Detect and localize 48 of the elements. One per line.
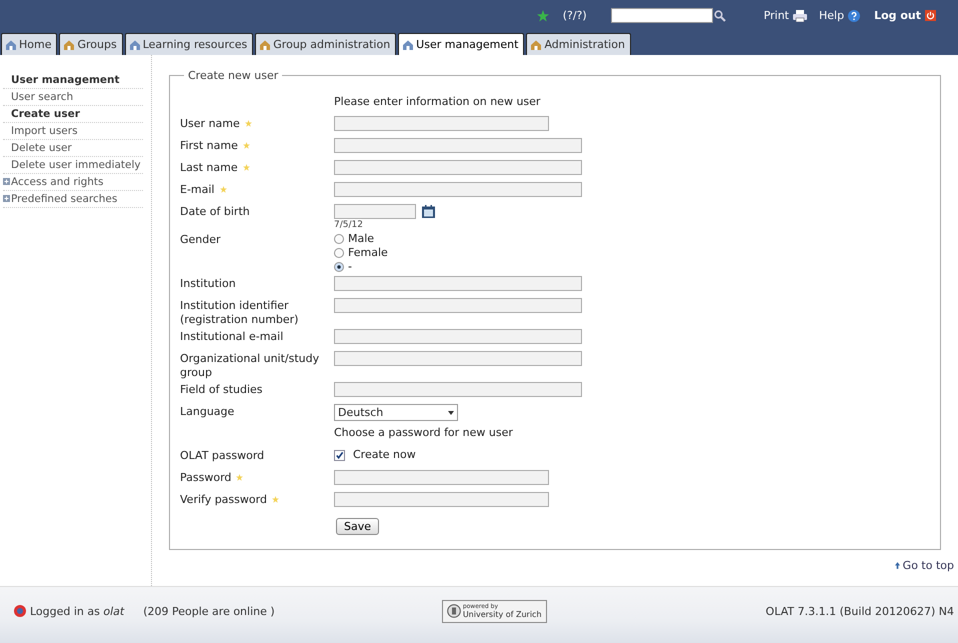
form-intro: Please enter information on new user [334, 94, 540, 108]
language-dropdown[interactable]: Deutsch [334, 404, 458, 421]
sidebar-item[interactable]: User search [3, 89, 143, 106]
badge-title: University of Zurich [462, 611, 542, 619]
go-to-top-link[interactable]: Go to top [894, 559, 954, 572]
header-link[interactable]: Log out [874, 9, 936, 22]
field-label: OLAT password [180, 449, 264, 462]
header-link[interactable]: Print [764, 9, 807, 22]
field-label: Organizational unit/study group [180, 352, 320, 379]
field-label: Language [180, 405, 234, 418]
field-label: User name [180, 117, 240, 130]
radio-option[interactable]: Male [334, 232, 388, 246]
checkbox-option[interactable]: Create now [334, 448, 416, 462]
field-label: Date of birth [180, 205, 250, 218]
sidebar-title: User management [3, 72, 143, 89]
field-label: Field of studies [180, 383, 263, 396]
radio-option[interactable]: - [334, 260, 388, 274]
field-label: Institution identifier (registration number) [180, 299, 298, 326]
field-label: Institution [180, 277, 236, 290]
field-label: Institutional e-mail [180, 330, 284, 343]
nav-tab[interactable]: Learning resources [124, 33, 254, 55]
radio-option[interactable]: Female [334, 246, 388, 260]
field-label: Password [180, 471, 232, 484]
sidebar-item[interactable]: Predefined searches [3, 191, 143, 208]
sidebar-item[interactable]: Create user [3, 106, 143, 123]
field-label: Last name [180, 161, 238, 174]
field-label: E-mail [180, 183, 214, 196]
online-count: (209 People are online ) [143, 604, 275, 618]
nav-tab[interactable]: Groups [59, 33, 123, 55]
status-text: (?/?) [562, 9, 587, 22]
sidebar-item[interactable]: Delete user [3, 140, 143, 157]
sidebar-item[interactable]: Access and rights [3, 174, 143, 191]
save-button[interactable]: Save [336, 518, 380, 535]
section-heading: Choose a password for new user [334, 426, 513, 439]
sidebar-item[interactable]: Delete user immediately [3, 157, 143, 174]
version-text: OLAT 7.3.1.1 (Build 20120627) N4 [766, 604, 954, 618]
nav-tab[interactable]: Home [1, 33, 58, 55]
nav-tab[interactable]: Group administration [255, 33, 396, 55]
form-legend: Create new user [184, 69, 282, 82]
nav-tab[interactable]: User management [398, 33, 524, 55]
date-hint: 7/5/12 [334, 220, 364, 230]
field-label: Verify password [180, 493, 267, 506]
nav-tab[interactable]: Administration [526, 33, 631, 55]
sidebar-item[interactable]: Import users [3, 123, 143, 140]
header-link[interactable]: Help [819, 9, 860, 22]
field-label: Gender [180, 233, 221, 246]
login-status: Logged in as olat [30, 604, 124, 618]
field-label: First name [180, 139, 238, 152]
